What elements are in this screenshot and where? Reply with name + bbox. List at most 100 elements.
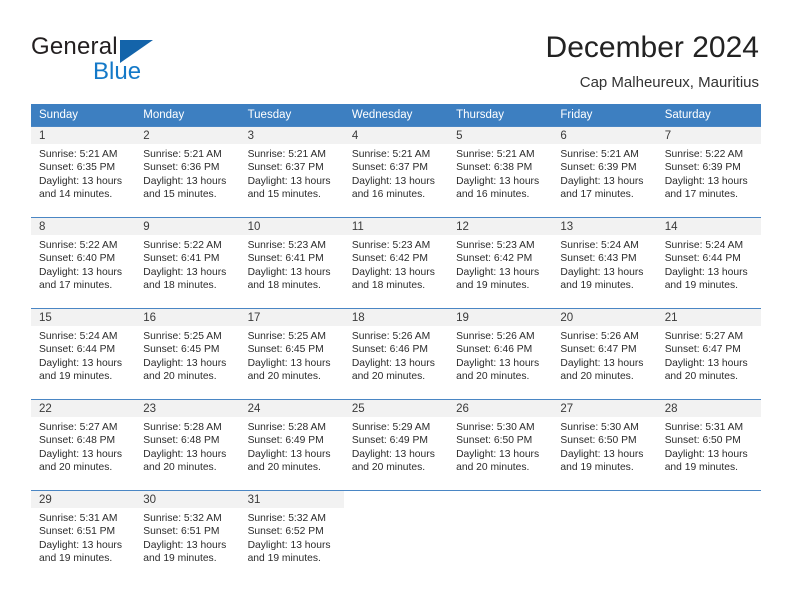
calendar-day-cell[interactable]: 5 Sunrise: 5:21 AM Sunset: 6:38 PM Daylight…	[448, 126, 553, 218]
logo-text-blue: Blue	[93, 58, 142, 85]
day-details: Sunrise: 5:21 AM Sunset: 6:36 PM Daylight:…	[135, 144, 239, 202]
sunrise-text: Sunrise: 5:25 AM	[247, 331, 326, 342]
sunrise-text: Sunrise: 5:24 AM	[39, 331, 118, 342]
daylight-text-line2: and 19 minutes.	[664, 280, 738, 292]
day-cell-content: 14 Sunrise: 5:24 AM Sunset: 6:44 PM Dayligh…	[656, 218, 761, 308]
daylight-text-line2: and 17 minutes.	[39, 280, 113, 292]
sunset-text: Sunset: 6:45 PM	[143, 344, 220, 356]
calendar-day-cell[interactable]: 20 Sunrise: 5:26 AM Sunset: 6:47 PM Dayligh…	[552, 308, 657, 400]
daylight-text-line2: and 19 minutes.	[143, 553, 217, 565]
calendar-day-cell[interactable]: 18 Sunrise: 5:26 AM Sunset: 6:46 PM Dayligh…	[343, 308, 449, 400]
page-title: December 2024	[545, 31, 759, 64]
calendar-day-cell[interactable]: 15 Sunrise: 5:24 AM Sunset: 6:44 PM Dayligh…	[31, 308, 136, 400]
calendar-day-cell[interactable]: 25 Sunrise: 5:29 AM Sunset: 6:49 PM Dayligh…	[343, 399, 449, 491]
calendar-day-cell[interactable]: 3 Sunrise: 5:21 AM Sunset: 6:37 PM Daylight…	[239, 126, 344, 218]
sunset-text: Sunset: 6:36 PM	[143, 162, 220, 174]
calendar-day-cell[interactable]: 7 Sunrise: 5:22 AM Sunset: 6:39 PM Daylight…	[656, 126, 761, 218]
calendar-day-cell[interactable]: 14 Sunrise: 5:24 AM Sunset: 6:44 PM Dayligh…	[656, 217, 761, 309]
sunset-text: Sunset: 6:43 PM	[560, 253, 637, 265]
day-number: 23	[135, 400, 240, 417]
calendar-day-cell[interactable]: 12 Sunrise: 5:23 AM Sunset: 6:42 PM Dayligh…	[448, 217, 553, 309]
calendar-week-row: 15 Sunrise: 5:24 AM Sunset: 6:44 PM Dayligh…	[31, 308, 761, 400]
page-header: General Blue December 2024 Cap Malheureu…	[0, 0, 792, 104]
calendar-day-cell[interactable]: 16 Sunrise: 5:25 AM Sunset: 6:45 PM Dayligh…	[135, 308, 240, 400]
day-number: 3	[239, 127, 344, 144]
daylight-text-line1: Daylight: 13 hours	[351, 266, 435, 278]
calendar-day-cell[interactable]: 4 Sunrise: 5:21 AM Sunset: 6:37 PM Daylight…	[343, 126, 449, 218]
calendar-day-cell[interactable]: 23 Sunrise: 5:28 AM Sunset: 6:48 PM Dayligh…	[135, 399, 240, 491]
daylight-text-line2: and 20 minutes.	[560, 371, 634, 383]
day-number: 8	[31, 218, 136, 235]
title-block: December 2024 Cap Malheureux, Mauritius	[546, 30, 759, 93]
sunset-text: Sunset: 6:48 PM	[143, 435, 220, 447]
logo-text-general: General	[31, 33, 118, 60]
calendar-day-cell[interactable]: 30 Sunrise: 5:32 AM Sunset: 6:51 PM Dayligh…	[135, 490, 240, 581]
sunset-text: Sunset: 6:37 PM	[351, 162, 428, 174]
day-cell-content: 15 Sunrise: 5:24 AM Sunset: 6:44 PM Dayligh…	[31, 309, 136, 399]
calendar-day-cell[interactable]: 24 Sunrise: 5:28 AM Sunset: 6:49 PM Dayligh…	[239, 399, 344, 491]
sunset-text: Sunset: 6:41 PM	[247, 253, 324, 265]
day-number: 15	[31, 309, 136, 326]
general-blue-logo[interactable]: General Blue	[31, 33, 271, 91]
day-number: 31	[239, 491, 344, 508]
day-number	[656, 491, 761, 508]
day-number: 18	[343, 309, 449, 326]
calendar-day-cell	[552, 490, 657, 581]
calendar-day-cell[interactable]: 22 Sunrise: 5:27 AM Sunset: 6:48 PM Dayligh…	[31, 399, 136, 491]
calendar-day-cell[interactable]: 11 Sunrise: 5:23 AM Sunset: 6:42 PM Dayligh…	[343, 217, 449, 309]
daylight-text-line2: and 20 minutes.	[247, 462, 321, 474]
daylight-text-line2: and 20 minutes.	[456, 462, 530, 474]
day-number: 14	[656, 218, 761, 235]
sunset-text: Sunset: 6:50 PM	[560, 435, 637, 447]
sunrise-text: Sunrise: 5:22 AM	[143, 240, 222, 251]
day-details: Sunrise: 5:24 AM Sunset: 6:44 PM Daylight:…	[657, 235, 761, 293]
day-cell-content: 21 Sunrise: 5:27 AM Sunset: 6:47 PM Dayligh…	[656, 309, 761, 399]
daylight-text-line2: and 19 minutes.	[560, 280, 634, 292]
calendar-day-cell[interactable]: 26 Sunrise: 5:30 AM Sunset: 6:50 PM Dayligh…	[448, 399, 553, 491]
calendar-day-cell[interactable]: 8 Sunrise: 5:22 AM Sunset: 6:40 PM Daylight…	[31, 217, 136, 309]
calendar-day-cell[interactable]: 10 Sunrise: 5:23 AM Sunset: 6:41 PM Dayligh…	[239, 217, 344, 309]
sunrise-text: Sunrise: 5:21 AM	[39, 149, 118, 160]
daylight-text-line1: Daylight: 13 hours	[664, 448, 748, 460]
day-cell-content	[656, 491, 761, 581]
calendar-day-cell[interactable]: 31 Sunrise: 5:32 AM Sunset: 6:52 PM Dayligh…	[239, 490, 344, 581]
calendar-day-cell[interactable]: 13 Sunrise: 5:24 AM Sunset: 6:43 PM Dayligh…	[552, 217, 657, 309]
daylight-text-line2: and 19 minutes.	[39, 371, 113, 383]
daylight-text-line1: Daylight: 13 hours	[560, 175, 644, 187]
calendar-day-cell[interactable]: 2 Sunrise: 5:21 AM Sunset: 6:36 PM Daylight…	[135, 126, 240, 218]
calendar-day-cell[interactable]: 28 Sunrise: 5:31 AM Sunset: 6:50 PM Dayligh…	[656, 399, 761, 491]
day-details: Sunrise: 5:26 AM Sunset: 6:47 PM Daylight:…	[552, 326, 656, 384]
calendar-day-cell[interactable]: 19 Sunrise: 5:26 AM Sunset: 6:46 PM Dayligh…	[448, 308, 553, 400]
day-details: Sunrise: 5:21 AM Sunset: 6:35 PM Daylight:…	[31, 144, 135, 202]
sunrise-text: Sunrise: 5:28 AM	[143, 422, 222, 433]
calendar-day-cell[interactable]: 9 Sunrise: 5:22 AM Sunset: 6:41 PM Daylight…	[135, 217, 240, 309]
day-cell-content	[343, 491, 449, 581]
daylight-text-line2: and 20 minutes.	[143, 371, 217, 383]
calendar-day-cell[interactable]: 21 Sunrise: 5:27 AM Sunset: 6:47 PM Dayligh…	[656, 308, 761, 400]
calendar-day-cell	[656, 490, 761, 581]
sunrise-text: Sunrise: 5:27 AM	[664, 331, 744, 342]
calendar-day-cell[interactable]: 1 Sunrise: 5:21 AM Sunset: 6:35 PM Daylight…	[31, 126, 136, 218]
day-cell-content: 6 Sunrise: 5:21 AM Sunset: 6:39 PM Daylight…	[552, 127, 657, 217]
calendar-day-cell[interactable]: 6 Sunrise: 5:21 AM Sunset: 6:39 PM Daylight…	[552, 126, 657, 218]
calendar-day-cell[interactable]: 27 Sunrise: 5:30 AM Sunset: 6:50 PM Dayligh…	[552, 399, 657, 491]
day-number: 20	[552, 309, 657, 326]
calendar-day-cell[interactable]: 17 Sunrise: 5:25 AM Sunset: 6:45 PM Dayligh…	[239, 308, 344, 400]
day-details: Sunrise: 5:22 AM Sunset: 6:39 PM Daylight:…	[657, 144, 761, 202]
calendar-page: General Blue December 2024 Cap Malheureu…	[0, 0, 792, 612]
daylight-text-line1: Daylight: 13 hours	[247, 357, 331, 369]
day-details: Sunrise: 5:22 AM Sunset: 6:41 PM Daylight:…	[135, 235, 239, 293]
sunrise-text: Sunrise: 5:30 AM	[560, 422, 639, 433]
day-details: Sunrise: 5:31 AM Sunset: 6:50 PM Daylight:…	[657, 417, 761, 475]
daylight-text-line2: and 17 minutes.	[560, 189, 634, 201]
sunrise-text: Sunrise: 5:32 AM	[143, 513, 222, 524]
daylight-text-line1: Daylight: 13 hours	[39, 448, 122, 460]
sunrise-text: Sunrise: 5:26 AM	[351, 331, 431, 342]
calendar-day-cell[interactable]: 29 Sunrise: 5:31 AM Sunset: 6:51 PM Dayligh…	[31, 490, 136, 581]
daylight-text-line1: Daylight: 13 hours	[39, 539, 122, 551]
day-cell-content: 24 Sunrise: 5:28 AM Sunset: 6:49 PM Dayligh…	[239, 400, 344, 490]
daylight-text-line2: and 20 minutes.	[456, 371, 530, 383]
day-number: 28	[656, 400, 761, 417]
daylight-text-line1: Daylight: 13 hours	[456, 448, 540, 460]
daylight-text-line1: Daylight: 13 hours	[351, 448, 435, 460]
